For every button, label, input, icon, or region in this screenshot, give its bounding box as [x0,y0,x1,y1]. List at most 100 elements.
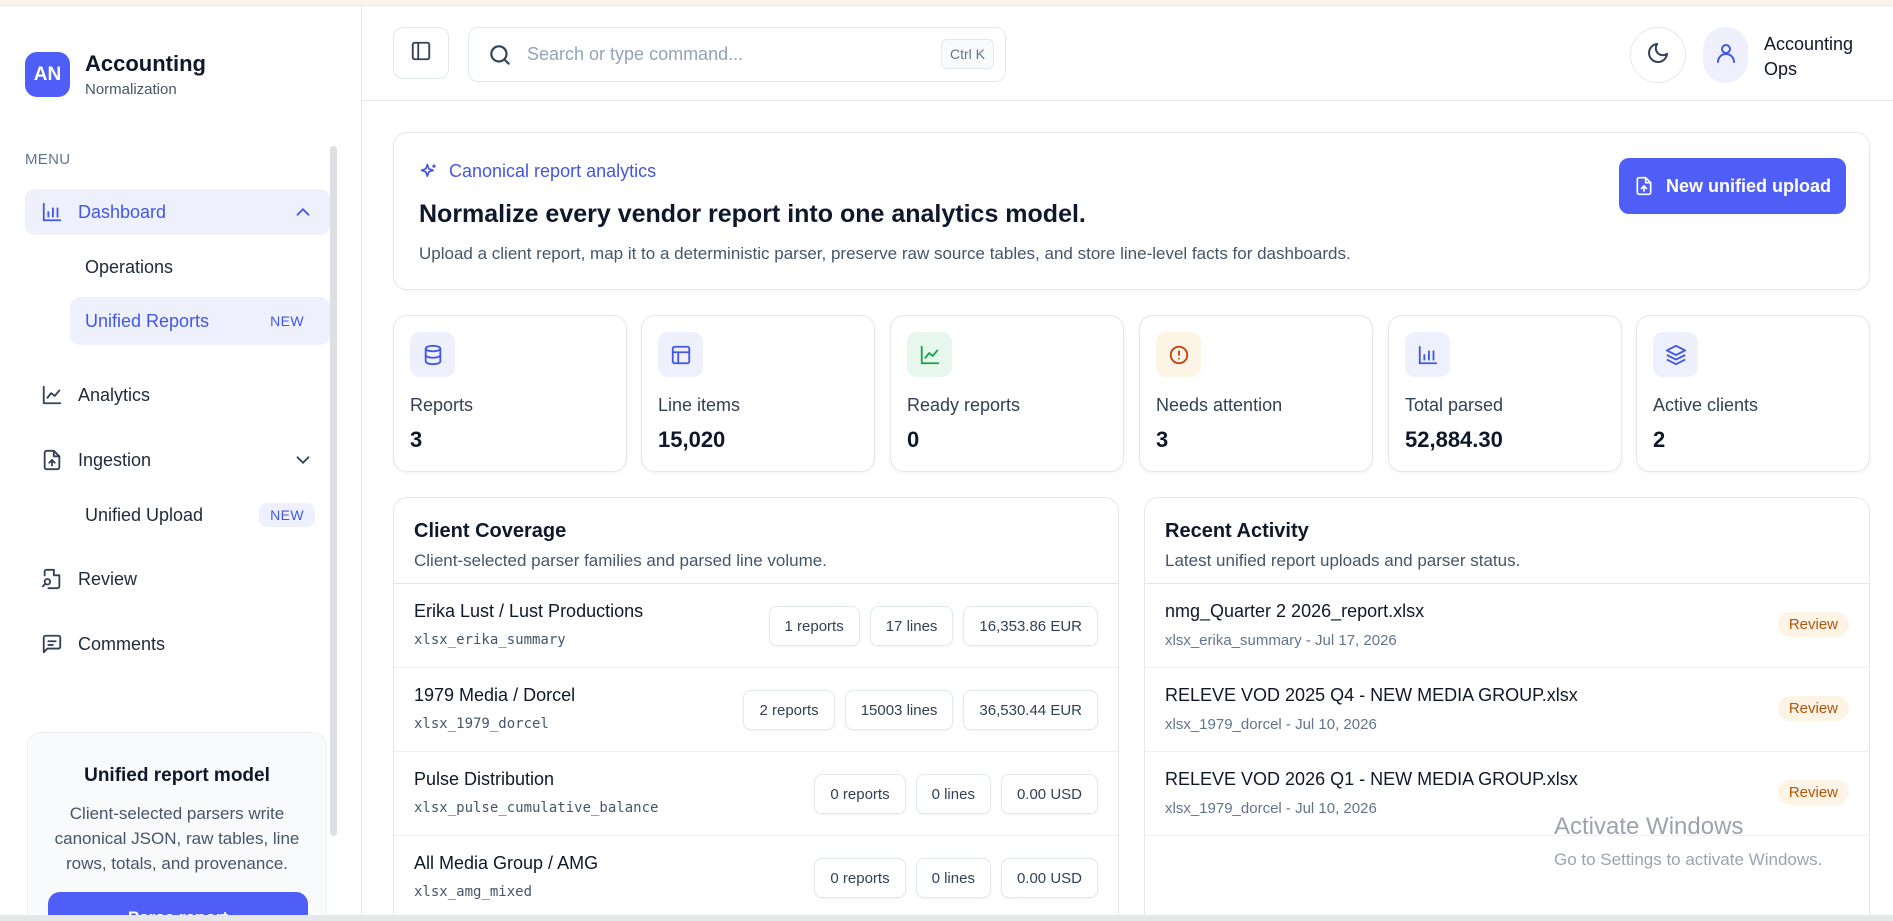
file-meta: xlsx_1979_dorcel - Jul 10, 2026 [1165,800,1377,817]
sidebar-toggle-button[interactable] [393,27,449,79]
keyboard-shortcut: Ctrl K [941,39,994,69]
client-name: 1979 Media / Dorcel [414,685,576,705]
table-row[interactable]: Erika Lust / Lust Productions xlsx_erika… [394,584,1118,668]
panel-subtitle: Client-selected parser families and pars… [414,551,827,570]
client-name: All Media Group / AMG [414,853,599,873]
hero-kicker: Canonical report analytics [419,161,656,182]
brand-title: Accounting [85,51,206,76]
bar-chart-icon [40,200,64,224]
lines-count: 0 lines [915,858,991,898]
parse-report-button[interactable]: Parse report [48,892,308,915]
brand[interactable]: AN Accounting Normalization [25,51,206,98]
chevron-up-icon[interactable] [292,201,314,223]
sidebar-scrollbar[interactable] [330,146,337,836]
stat-label: Reports [410,395,474,415]
trend-icon [907,332,952,377]
stat-label: Active clients [1653,395,1759,415]
sidebar-item-label: Dashboard [78,201,167,222]
stat-value: 2 [1653,427,1666,452]
bottom-border [0,915,1893,921]
lines-count: 15003 lines [844,690,954,730]
alert-icon [1156,332,1201,377]
sidebar-item-label: Unified Upload [85,504,204,525]
table-row[interactable]: All Media Group / AMG xlsx_amg_mixed 0 r… [394,836,1118,920]
button-label: New unified upload [1666,175,1831,196]
stat-label: Needs attention [1156,395,1283,415]
chevron-down-icon[interactable] [292,449,314,471]
file-meta: xlsx_erika_summary - Jul 17, 2026 [1165,632,1397,649]
panel-title: Recent Activity [1165,520,1309,542]
client-name: Erika Lust / Lust Productions [414,601,644,621]
parser-code: xlsx_amg_mixed [414,884,533,900]
panel-subtitle: Latest unified report uploads and parser… [1165,551,1521,570]
table-row[interactable]: Pulse Distribution xlsx_pulse_cumulative… [394,752,1118,836]
parser-code: xlsx_erika_summary [414,632,566,648]
sidebar-item-ingestion[interactable]: Ingestion [25,437,330,483]
sidebar-item-label: Unified Reports [85,310,210,331]
stat-value: 0 [907,427,920,452]
hero-card: Canonical report analytics Normalize eve… [393,132,1870,290]
brand-logo: AN [25,52,70,97]
reports-count: 0 reports [814,774,906,814]
menu-label: MENU [25,151,71,168]
total-amount: 0.00 USD [1000,774,1098,814]
windows-activation-watermark: Activate Windows Go to Settings to activ… [1554,813,1822,870]
bar-chart-icon [1405,332,1450,377]
list-item[interactable]: nmg_Quarter 2 2026_report.xlsx xlsx_erik… [1145,584,1869,668]
sidebar: AN Accounting Normalization MENU Dashboa… [0,6,362,915]
sidebar-item-label: Operations [85,256,174,277]
message-icon [40,632,64,656]
stat-card-needs-attention: Needs attention 3 [1139,315,1373,472]
lines-count: 17 lines [869,606,954,646]
promo-title: Unified report model [84,765,270,786]
stat-card-line-items: Line items 15,020 [641,315,875,472]
sidebar-item-review[interactable]: Review [25,556,330,602]
sparkles-icon [420,163,436,177]
stat-label: Ready reports [907,395,1021,415]
database-icon [410,332,455,377]
sidebar-item-unified-reports[interactable]: Unified Reports NEW [70,297,330,345]
status-badge: Review [1777,696,1849,721]
stat-card-active-clients: Active clients 2 [1636,315,1870,472]
parser-code: xlsx_pulse_cumulative_balance [414,800,659,816]
user-avatar[interactable] [1703,27,1748,83]
file-plus-icon [1636,176,1652,196]
user-name[interactable]: Accounting Ops [1764,32,1884,82]
sidebar-item-operations[interactable]: Operations [70,243,330,291]
hero-description: Upload a client report, map it to a dete… [419,244,1351,263]
file-name: nmg_Quarter 2 2026_report.xlsx [1165,601,1425,621]
search-box[interactable]: Ctrl K [468,27,1006,82]
sidebar-item-analytics[interactable]: Analytics [25,372,330,418]
stat-value: 3 [1156,427,1169,452]
reports-count: 2 reports [743,690,835,730]
theme-toggle-button[interactable] [1630,27,1686,83]
sidebar-item-label: Ingestion [78,449,152,470]
line-chart-icon [40,383,64,407]
top-header: Ctrl K Accounting Ops [362,6,1893,101]
stat-value: 3 [410,427,423,452]
stat-label: Total parsed [1405,395,1504,415]
panel-title: Client Coverage [414,520,567,542]
total-amount: 36,530.44 EUR [963,690,1098,730]
search-icon [487,42,513,68]
search-input[interactable] [527,44,917,65]
stat-card-ready-reports: Ready reports 0 [890,315,1124,472]
panel-left-icon [410,40,432,67]
sidebar-item-unified-upload[interactable]: Unified Upload NEW [70,491,330,539]
hero-kicker-text: Canonical report analytics [449,161,657,181]
status-badge: Review [1777,612,1849,637]
total-amount: 16,353.86 EUR [963,606,1098,646]
stat-value: 52,884.30 [1405,427,1503,452]
sidebar-item-dashboard[interactable]: Dashboard [25,189,330,235]
file-name: RELEVE VOD 2026 Q1 - NEW MEDIA GROUP.xls… [1165,769,1578,789]
list-item[interactable]: RELEVE VOD 2025 Q4 - NEW MEDIA GROUP.xls… [1145,668,1869,752]
sidebar-item-comments[interactable]: Comments [25,621,330,667]
file-upload-icon [40,448,64,472]
sidebar-item-label: Comments [78,633,166,654]
lines-count: 0 lines [915,774,991,814]
stat-value: 15,020 [658,427,726,452]
new-badge: NEW [270,313,304,329]
new-unified-upload-button[interactable]: New unified upload [1619,158,1846,214]
table-row[interactable]: 1979 Media / Dorcel xlsx_1979_dorcel 2 r… [394,668,1118,752]
new-badge: NEW [259,503,315,527]
